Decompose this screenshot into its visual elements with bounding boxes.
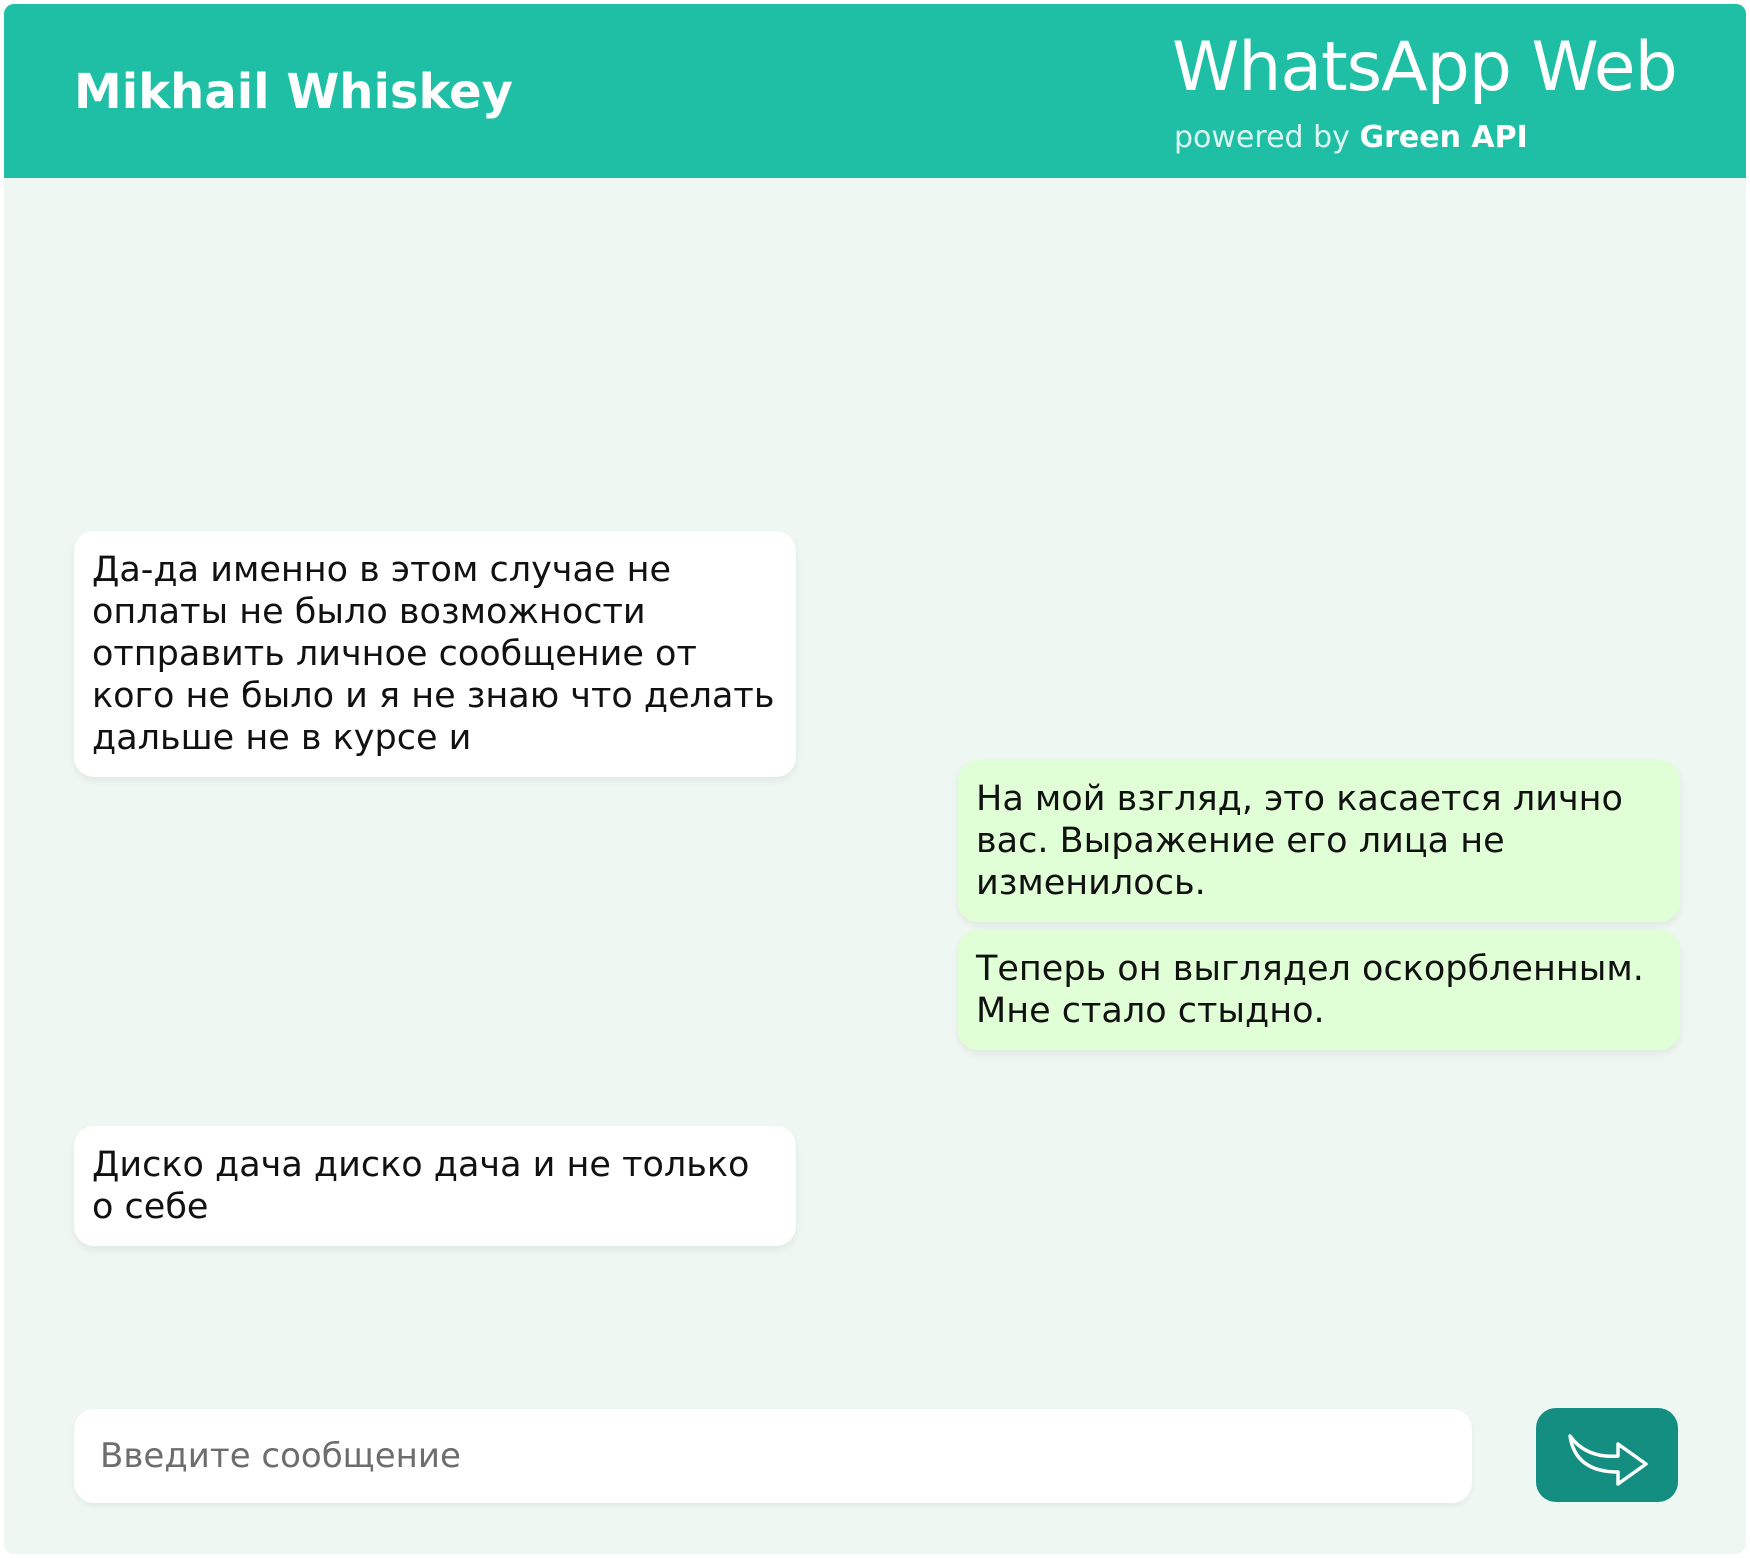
send-button[interactable] [1536, 1408, 1678, 1502]
chat-header: Mikhail Whiskey WhatsApp Web powered by … [4, 4, 1746, 178]
message-composer [74, 1409, 1472, 1503]
brand-title: WhatsApp Web [1172, 28, 1678, 107]
send-arrow-icon [1568, 1434, 1648, 1486]
message-outgoing: На мой взгляд, это касается лично вас. В… [958, 760, 1680, 922]
message-incoming: Да-да именно в этом случае не оплаты не … [74, 531, 796, 777]
message-outgoing: Теперь он выглядел оскорбленным. Мне ста… [958, 930, 1680, 1050]
message-input[interactable] [74, 1409, 1472, 1503]
brand-subtitle: powered by Green API [1174, 120, 1528, 155]
contact-name: Mikhail Whiskey [74, 64, 513, 120]
message-list: Да-да именно в этом случае не оплаты не … [4, 178, 1746, 1378]
powered-by-text: powered by [1174, 120, 1350, 155]
chat-window: Mikhail Whiskey WhatsApp Web powered by … [4, 4, 1746, 1554]
message-incoming: Диско дача диско дача и не только о себе [74, 1126, 796, 1246]
provider-name: Green API [1359, 120, 1528, 155]
